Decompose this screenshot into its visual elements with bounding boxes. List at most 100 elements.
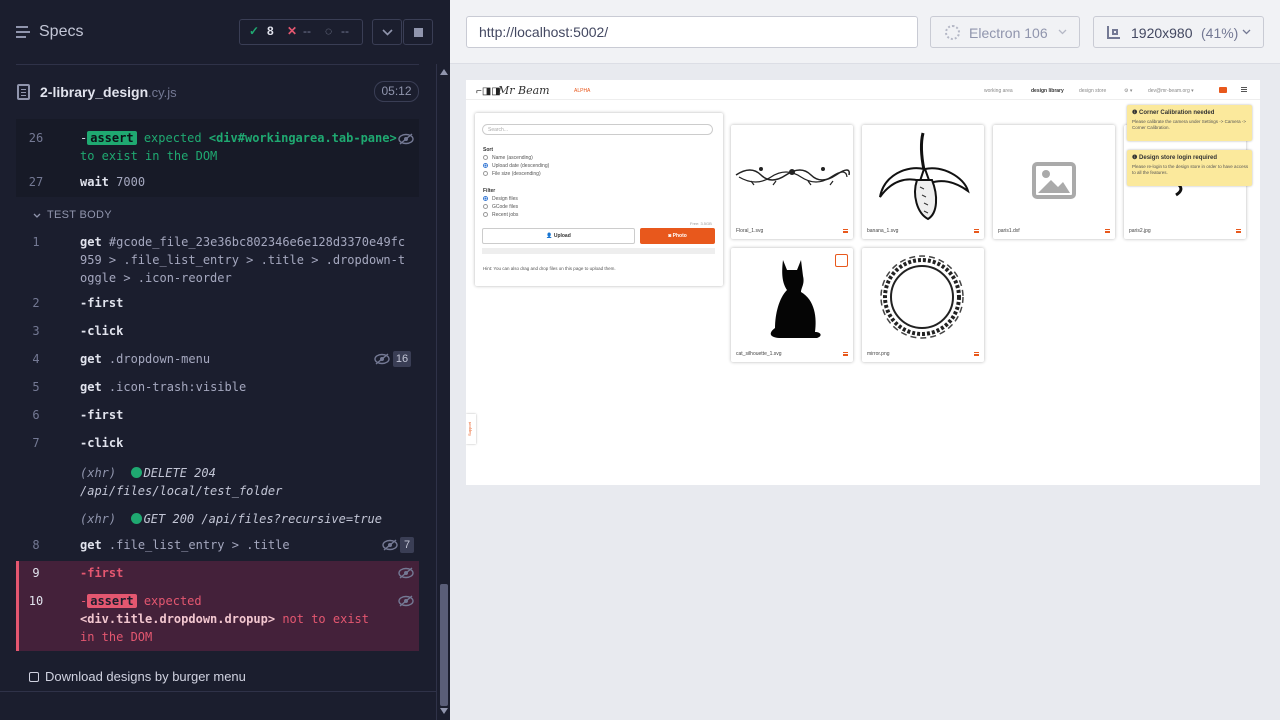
- spec-file-name[interactable]: 2-library_design: [40, 84, 148, 100]
- browser-label: Electron 106: [969, 25, 1048, 41]
- stop-icon: [414, 28, 423, 37]
- file-tile[interactable]: Floral_1.svg: [731, 125, 853, 239]
- filter-option[interactable]: Recent jobs: [483, 212, 518, 218]
- file-tile[interactable]: cat_silhouette_1.svg: [731, 248, 853, 362]
- xhr-row[interactable]: (xhr) DELETE 204 /api/files/local/test_f…: [16, 464, 419, 500]
- failed-count: --: [303, 24, 311, 38]
- test-title[interactable]: Download designs by burger menu: [45, 669, 246, 684]
- scrollbar[interactable]: [436, 64, 450, 720]
- filter-title: Filter: [483, 188, 496, 194]
- file-menu-icon[interactable]: [843, 229, 848, 233]
- test-stats: ✓ 8 ✕ -- ◌ --: [239, 19, 363, 45]
- command-number: 7: [32, 436, 40, 450]
- sort-option-label: Name (ascending): [492, 155, 533, 161]
- file-tile[interactable]: mirror.png: [862, 248, 984, 362]
- search-placeholder: Search...: [488, 127, 509, 133]
- notification-title-text: Corner Calibration needed: [1139, 110, 1215, 116]
- app-under-test: http://localhost:5002/ Electron 106 1920…: [450, 0, 1280, 720]
- notification[interactable]: ❶ Design store login required Please re-…: [1127, 150, 1252, 186]
- file-name: Floral_1.svg: [736, 228, 764, 234]
- file-menu-icon[interactable]: [974, 229, 979, 233]
- command-name: -first: [80, 566, 124, 580]
- file-tile[interactable]: banana_1.svg: [862, 125, 984, 239]
- notification-title: ❶ Corner Calibration needed: [1132, 110, 1215, 116]
- nav-user[interactable]: dev@mr-beam.org ▾: [1148, 88, 1194, 94]
- file-tile[interactable]: paris1.dxf: [993, 125, 1115, 239]
- nav-design-library[interactable]: design library: [1031, 88, 1064, 94]
- search-input[interactable]: Search...: [482, 124, 713, 135]
- spec-file-row[interactable]: 2-library_design .cy.js 05:12: [0, 65, 436, 119]
- image-placeholder-icon: [1032, 162, 1076, 199]
- notification[interactable]: ❶ Corner Calibration needed Please calib…: [1127, 105, 1252, 141]
- specs-title[interactable]: Specs: [39, 23, 83, 41]
- filter-option[interactable]: GCode files: [483, 204, 518, 210]
- command-row[interactable]: 1 get #gcode_file_23e36bc802346e6e128d33…: [16, 233, 419, 287]
- spec-file-extension: .cy.js: [148, 85, 177, 100]
- filter-option[interactable]: Design files: [483, 196, 518, 202]
- file-name: mirror.png: [867, 351, 890, 357]
- command-name: get: [80, 235, 102, 249]
- burger-menu-icon[interactable]: [1241, 87, 1250, 93]
- support-label: Support: [467, 421, 472, 436]
- passed-icon: ✓: [249, 24, 260, 38]
- alpha-badge: ALPHA: [574, 88, 591, 94]
- nav-settings[interactable]: ⚙ ▾: [1124, 88, 1132, 94]
- scroll-up-icon[interactable]: [440, 69, 448, 75]
- file-name: paris2.jpg: [1129, 228, 1151, 234]
- status-dot-icon: [130, 467, 142, 478]
- command-row[interactable]: 10 - assert expected <div.title.dropdown.…: [16, 592, 419, 646]
- menu-icon[interactable]: [16, 25, 32, 39]
- file-icon: [17, 84, 30, 100]
- collapse-button[interactable]: [372, 19, 402, 45]
- file-menu-icon[interactable]: [843, 352, 848, 356]
- pending-icon: ◌: [325, 24, 333, 38]
- command-number: 3: [32, 324, 40, 338]
- url-field[interactable]: http://localhost:5002/: [466, 16, 918, 48]
- scroll-thumb[interactable]: [440, 584, 448, 706]
- upload-button[interactable]: 👤 Upload: [482, 228, 635, 244]
- command-arg: #gcode_file_23e36bc802346e6e128d3370e49f…: [80, 235, 406, 285]
- logo: ⌐◨◨ Mr Beam: [476, 84, 571, 97]
- browser-selector[interactable]: Electron 106: [930, 16, 1080, 48]
- filter-option-label: Recent jobs: [492, 212, 519, 218]
- sort-option[interactable]: Upload date (descending): [483, 163, 549, 169]
- nav-design-store[interactable]: design store: [1079, 88, 1106, 94]
- passed-count: 8: [267, 24, 274, 38]
- free-space: Free: 3.5GB: [690, 221, 712, 226]
- command-number: 4: [32, 352, 40, 366]
- nav-working-area[interactable]: working area: [984, 88, 1013, 94]
- command-list: 1 get #gcode_file_23e36bc802346e6e128d33…: [16, 119, 419, 651]
- divider: [0, 691, 436, 692]
- mirror-thumbnail: [880, 255, 964, 339]
- select-checkbox[interactable]: [835, 254, 848, 267]
- viewport-scale: (41%): [1201, 25, 1239, 41]
- scroll-down-icon[interactable]: [440, 708, 448, 714]
- notification-body: Please re-login to the design store in o…: [1132, 164, 1249, 175]
- drop-hint: Hint: You can also drag and drop files o…: [483, 266, 616, 271]
- upload-progress: [482, 248, 715, 254]
- viewport-selector[interactable]: 1920x980 (41%): [1093, 16, 1264, 48]
- command-number: 10: [28, 594, 44, 608]
- chevron-down-icon: [1242, 29, 1251, 35]
- mail-icon[interactable]: [1219, 87, 1227, 93]
- command-name: get: [80, 538, 102, 552]
- sort-title: Sort: [483, 147, 493, 153]
- file-menu-icon[interactable]: [1105, 229, 1110, 233]
- assert-badge: assert: [87, 594, 137, 608]
- command-number: 6: [32, 408, 40, 422]
- library-panel: Search... Sort Name (ascending) Upload d…: [475, 113, 723, 286]
- assert-text: expected: [143, 594, 202, 608]
- stop-button[interactable]: [403, 19, 433, 45]
- photo-button[interactable]: ◙ Photo: [640, 228, 715, 244]
- file-menu-icon[interactable]: [974, 352, 979, 356]
- url-text: http://localhost:5002/: [479, 24, 609, 40]
- failed-commands: 9 -first 10 - assert expected <div.title.…: [16, 561, 419, 651]
- chevron-down-icon: [382, 29, 393, 36]
- sort-option[interactable]: File size (descending): [483, 171, 541, 177]
- file-menu-icon[interactable]: [1236, 229, 1241, 233]
- file-name: cat_silhouette_1.svg: [736, 351, 782, 357]
- filter-option-label: Design files: [492, 196, 518, 202]
- support-tab[interactable]: Support: [466, 414, 476, 444]
- test-item[interactable]: Download designs by burger menu: [0, 661, 436, 691]
- sort-option[interactable]: Name (ascending): [483, 155, 533, 161]
